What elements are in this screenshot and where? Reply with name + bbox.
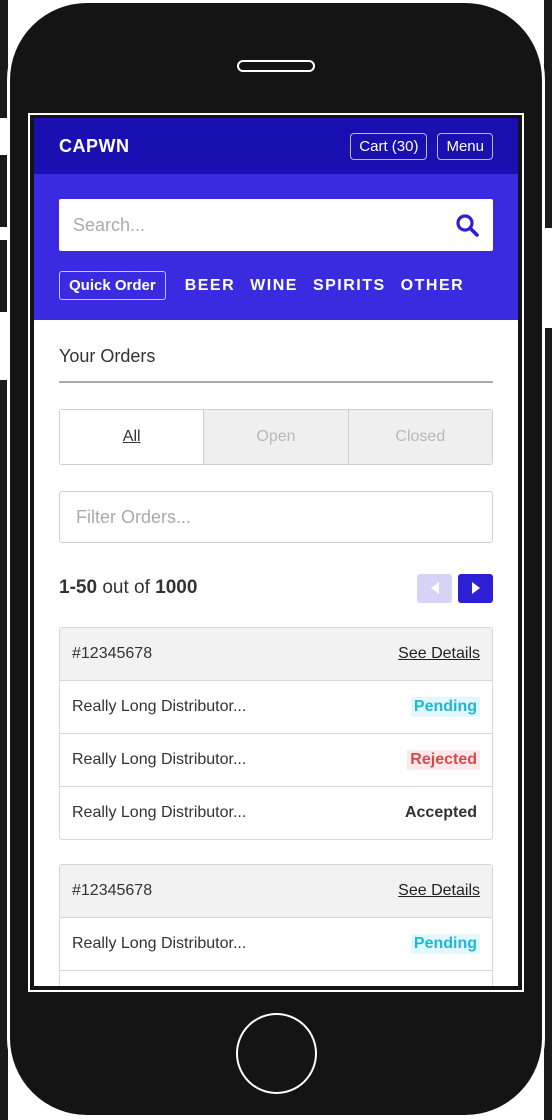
order-id: #12345678 — [72, 645, 153, 662]
search-input[interactable]: Search... — [73, 215, 455, 236]
see-details-link[interactable]: See Details — [398, 882, 480, 900]
order-row[interactable]: Really Long Distributor... Accepted — [60, 787, 492, 839]
order-id: #12345678 — [72, 882, 153, 899]
filter-placeholder: Filter Orders... — [76, 506, 192, 527]
caret-left-icon — [430, 582, 439, 594]
status-badge: Rejected — [407, 750, 480, 770]
pagination-row: 1-50 out of 1000 — [59, 573, 493, 603]
app-screen: CAPWN Cart (30) Menu Search... Quick Ord… — [34, 118, 518, 986]
next-page-button[interactable] — [458, 573, 493, 603]
home-button[interactable] — [236, 1013, 317, 1094]
cart-button[interactable]: Cart (30) — [350, 132, 428, 160]
filter-orders-field[interactable]: Filter Orders... — [59, 491, 493, 543]
category-beer[interactable]: BEER — [185, 277, 235, 295]
search-bar[interactable]: Search... — [59, 199, 493, 251]
order-header: #12345678 See Details — [60, 865, 492, 918]
caret-right-icon — [471, 582, 480, 594]
pagination-range: 1-50 — [59, 577, 98, 598]
distributor-name: Really Long Distributor... — [72, 751, 247, 768]
prev-page-button[interactable] — [417, 573, 452, 603]
order-row[interactable]: Really Long Distributor... Rejected — [60, 734, 492, 787]
distributor-name: Really Long Distributor... — [72, 804, 247, 821]
speaker-slot — [237, 60, 315, 72]
category-nav: Quick Order BEER WINE SPIRITS OTHER — [59, 271, 493, 300]
status-badge: Pending — [410, 697, 480, 717]
distributor-name: Really Long Distributor... — [72, 698, 247, 715]
pagination-summary: 1-50 out of 1000 — [59, 577, 411, 599]
see-details-link[interactable]: See Details — [398, 645, 480, 663]
quick-order-button[interactable]: Quick Order — [59, 271, 166, 300]
search-zone: Search... Quick Order BEER WINE SPIRITS … — [34, 174, 518, 320]
pagination-out-of: out of — [102, 577, 150, 598]
order-tabs: All Open Closed — [59, 409, 493, 465]
page-title: Your Orders — [59, 320, 493, 383]
order-row[interactable]: Really Long Distributor... Pending — [60, 918, 492, 971]
side-decoration — [544, 328, 552, 1120]
category-spirits[interactable]: SPIRITS — [313, 277, 386, 295]
tab-closed[interactable]: Closed — [347, 410, 492, 464]
menu-button[interactable]: Menu — [437, 132, 493, 160]
tab-all[interactable]: All — [60, 410, 204, 464]
order-row[interactable]: Really Long Distributor... Pending — [60, 681, 492, 734]
tab-open[interactable]: Open — [203, 410, 348, 464]
search-icon[interactable] — [455, 213, 479, 237]
category-other[interactable]: OTHER — [401, 277, 465, 295]
brand-logo[interactable]: CAPWN — [59, 136, 340, 157]
order-card: #12345678 See Details Really Long Distri… — [59, 627, 493, 840]
top-bar: CAPWN Cart (30) Menu — [34, 118, 518, 174]
status-badge: Accepted — [404, 804, 477, 821]
pagination-total: 1000 — [155, 577, 198, 598]
orders-content: Your Orders All Open Closed Filter Order… — [34, 320, 518, 986]
order-card: #12345678 See Details Really Long Distri… — [59, 864, 493, 986]
order-row[interactable] — [60, 971, 492, 986]
category-wine[interactable]: WINE — [250, 277, 298, 295]
distributor-name: Really Long Distributor... — [72, 935, 247, 952]
status-badge: Pending — [410, 934, 480, 954]
side-decoration — [544, 0, 552, 228]
order-header: #12345678 See Details — [60, 628, 492, 681]
